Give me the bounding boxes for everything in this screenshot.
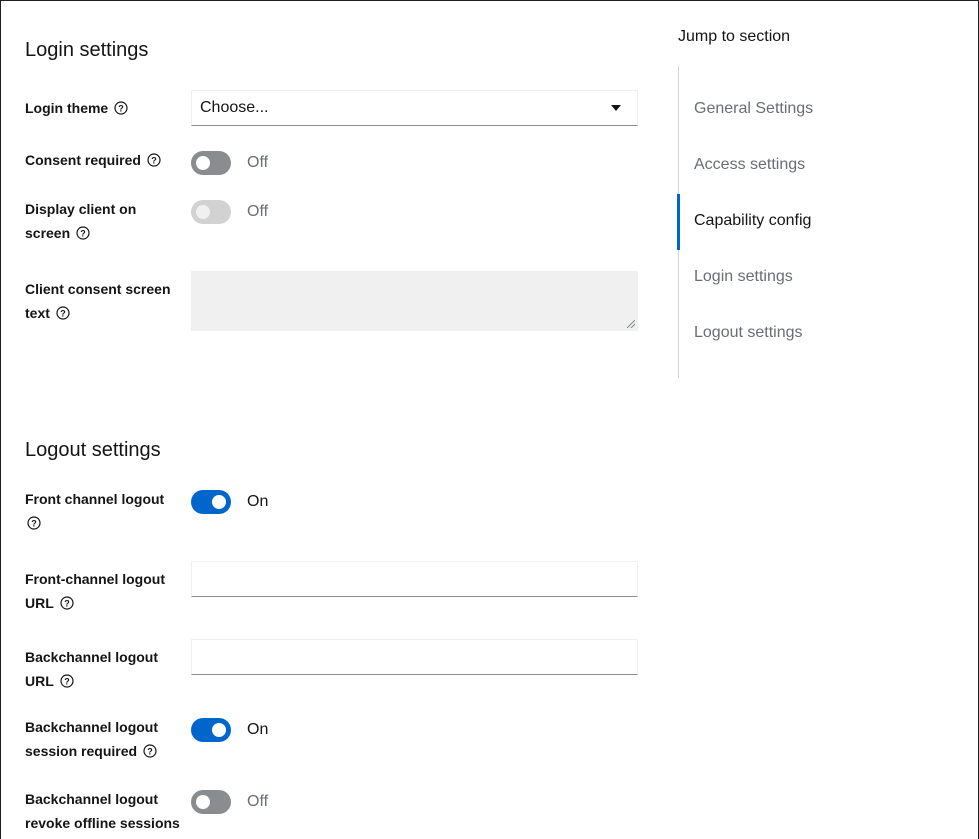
switch-track[interactable] — [191, 718, 231, 742]
switch-track[interactable] — [191, 490, 231, 514]
backchannel-url-input[interactable] — [191, 639, 638, 675]
switch-track[interactable] — [191, 151, 231, 175]
jump-item-general-settings[interactable]: General Settings — [694, 97, 813, 121]
backchannel-session-switch[interactable]: On — [191, 718, 268, 742]
front-channel-logout-label: Front channel logout ? — [25, 491, 165, 530]
svg-text:?: ? — [60, 308, 66, 318]
jump-item-capability-config[interactable]: Capability config — [694, 209, 811, 233]
backchannel-revoke-label: Backchannel logout revoke offline sessio… — [25, 791, 180, 831]
backchannel-session-label: Backchannel logout session required? — [25, 719, 159, 759]
caret-down-icon — [611, 105, 621, 111]
svg-text:?: ? — [64, 676, 70, 686]
svg-text:?: ? — [64, 598, 70, 608]
front-channel-url-input[interactable] — [191, 561, 638, 597]
svg-text:?: ? — [151, 155, 157, 165]
backchannel-revoke-state: Off — [247, 793, 269, 810]
help-circle-icon[interactable]: ? — [27, 516, 41, 530]
login-theme-select[interactable]: Choose... — [191, 90, 638, 126]
jump-item-access-settings[interactable]: Access settings — [694, 153, 805, 177]
consent-required-state: Off — [247, 154, 269, 171]
backchannel-revoke-switch[interactable]: Off — [191, 790, 268, 814]
backchannel-session-state: On — [247, 721, 269, 738]
svg-text:?: ? — [80, 228, 86, 238]
client-consent-text-label: Client consent screen text? — [25, 281, 171, 321]
front-channel-logout-state: On — [247, 493, 269, 510]
switch-track — [191, 200, 231, 224]
svg-text:?: ? — [147, 746, 153, 756]
help-circle-icon[interactable]: ? — [60, 596, 74, 610]
jump-to-section-title: Jump to section — [678, 28, 791, 45]
jump-item-login-settings[interactable]: Login settings — [694, 265, 793, 289]
display-client-label: Display client on screen? — [25, 201, 137, 241]
jump-to-section-nav: General Settings Access settings Capabil… — [677, 66, 958, 378]
jump-item-logout-settings[interactable]: Logout settings — [694, 321, 803, 345]
login-settings-title: Login settings — [25, 39, 149, 61]
resize-grip-icon[interactable] — [627, 320, 635, 328]
help-circle-icon[interactable]: ? — [114, 101, 128, 115]
front-channel-logout-switch[interactable]: On — [191, 490, 268, 514]
help-circle-icon[interactable]: ? — [143, 744, 157, 758]
help-circle-icon[interactable]: ? — [56, 306, 70, 320]
consent-required-label: Consent required? — [25, 148, 185, 172]
client-consent-textarea[interactable] — [191, 271, 638, 331]
active-indicator — [677, 194, 680, 250]
help-circle-icon[interactable]: ? — [76, 226, 90, 240]
logout-settings-title: Logout settings — [25, 439, 161, 461]
display-client-state: Off — [247, 203, 269, 220]
svg-text:?: ? — [31, 518, 37, 528]
backchannel-url-label: Backchannel logout URL? — [25, 649, 159, 689]
display-client-switch: Off — [191, 200, 268, 224]
help-circle-icon[interactable]: ? — [60, 674, 74, 688]
login-theme-label: Login theme? — [25, 96, 185, 120]
switch-track[interactable] — [191, 790, 231, 814]
svg-text:?: ? — [118, 103, 124, 113]
consent-required-switch[interactable]: Off — [191, 151, 268, 175]
help-circle-icon[interactable]: ? — [147, 153, 161, 167]
front-channel-url-label: Front-channel logout URL? — [25, 571, 165, 611]
